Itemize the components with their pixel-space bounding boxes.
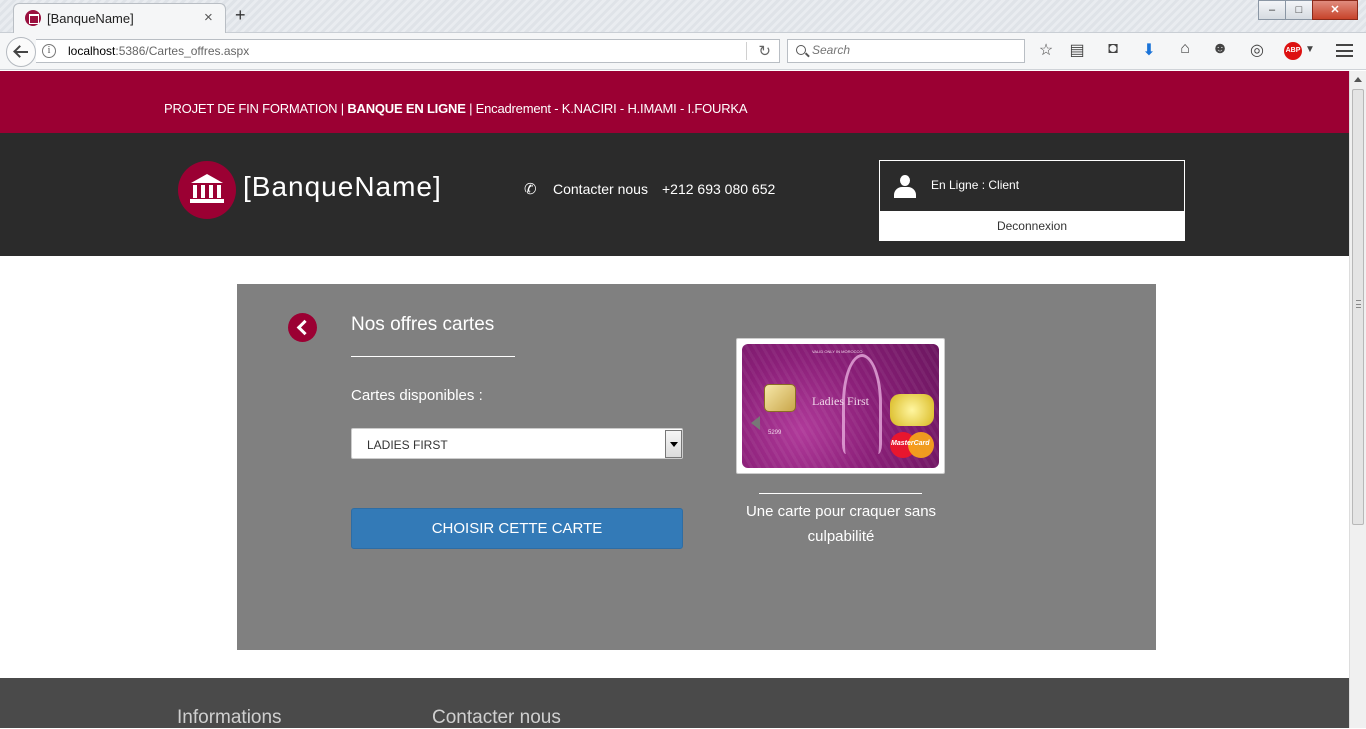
footer-informations-heading: Informations [177,707,282,728]
download-icon[interactable]: ⬇ [1139,40,1159,60]
phone-icon: ✆ [524,181,537,198]
offers-panel: Nos offres cartes Cartes disponibles : L… [237,284,1156,650]
maximize-button[interactable]: □ [1285,0,1313,20]
card-image-frame: VALID ONLY IN MOROCCO Ladies First 5299 … [736,338,945,474]
project-banner-text: PROJET DE FIN FORMATION | BANQUE EN LIGN… [164,101,748,116]
project-banner: PROJET DE FIN FORMATION | BANQUE EN LIGN… [0,71,1349,133]
scroll-up-icon[interactable] [1354,77,1362,82]
card-tiny-text: VALID ONLY IN MOROCCO [812,349,863,354]
star-icon[interactable]: ☆ [1036,40,1056,60]
mastercard-logo-icon: MasterCard [890,432,934,458]
url-separator [746,42,747,60]
browser-tab[interactable]: [BanqueName] × [13,3,226,33]
site-header: [BanqueName] ✆ Contacter nous +212 693 0… [0,133,1349,256]
browser-titlebar: [BanqueName] × + – □ ✕ [0,0,1366,33]
page-title: Nos offres cartes [351,314,495,335]
reading-list-icon[interactable]: ▤ [1067,40,1087,60]
logout-button[interactable]: Deconnexion [880,211,1184,241]
logo-base [190,199,224,203]
site-footer: Informations Contacter nous [0,678,1349,728]
chevron-down-icon[interactable] [665,430,682,458]
minimize-button[interactable]: – [1258,0,1286,20]
bank-favicon-icon [25,10,41,26]
user-box: En Ligne : Client Deconnexion [879,160,1185,241]
close-window-button[interactable]: ✕ [1312,0,1358,20]
banner-bold: BANQUE EN LIGNE [347,101,466,116]
search-input[interactable] [812,43,1012,57]
chevron-down-icon[interactable]: ▼ [1300,44,1320,55]
choose-card-button[interactable]: CHOISIR CETTE CARTE [351,508,683,549]
search-icon [796,45,806,55]
title-divider [351,356,515,357]
logo-roof [191,174,223,183]
info-icon[interactable]: i [42,44,56,58]
url-text[interactable]: localhost:5386/Cartes_offres.aspx [68,44,249,58]
back-chevron-icon[interactable] [288,313,317,342]
hamburger-menu-icon[interactable] [1336,44,1353,57]
chip-icon [764,384,796,412]
card-caption: Une carte pour craquer sans culpabilité [745,503,937,545]
user-icon-body [894,187,916,198]
back-arrow-icon[interactable] [6,37,36,67]
cards-label: Cartes disponibles : [351,387,483,404]
card-brand-text: Ladies First [812,394,869,408]
user-status: En Ligne : Client [931,178,1020,192]
url-host: localhost [68,44,116,58]
url-bar[interactable]: i localhost:5386/Cartes_offres.aspx ↻ [36,39,780,63]
browser-navbar: i localhost:5386/Cartes_offres.aspx ↻ [0,33,1366,70]
footer-contact-heading: Contacter nous [432,707,561,728]
globe-icon[interactable]: ◎ [1247,40,1267,60]
brand-name[interactable]: [BanqueName] [243,171,442,203]
contact-number: +212 693 080 652 [662,181,776,197]
url-path: :5386/Cartes_offres.aspx [115,44,250,58]
bank-logo-icon[interactable] [178,161,236,219]
window-controls: – □ ✕ [1258,0,1358,20]
caption-divider [759,493,922,494]
home-icon[interactable]: ⌂ [1175,40,1195,58]
banner-part2: | Encadrement - K.NACIRI - H.IMAMI - I.F… [465,101,748,116]
tab-title: [BanqueName] [47,11,134,26]
pocket-icon[interactable]: ◘ [1103,40,1123,58]
user-icon [893,175,917,199]
banner-part1: PROJET DE FIN FORMATION | [164,101,348,116]
card-select-value: LADIES FIRST [367,438,448,452]
user-icon-head [900,175,910,186]
card-number: 5299 [768,430,782,436]
browser-search-bar[interactable] [787,39,1025,63]
logo-columns [193,185,221,198]
page-scrollbar[interactable] [1349,71,1366,728]
scroll-grip-icon [1356,300,1361,308]
tab-close-icon[interactable]: × [204,9,213,26]
contact-label: Contacter nous [553,181,648,197]
new-tab-button[interactable]: + [235,5,246,26]
mc-text: MasterCard [891,440,930,447]
card-select[interactable]: LADIES FIRST [351,428,683,459]
scroll-thumb[interactable] [1352,89,1364,525]
reload-icon[interactable]: ↻ [758,42,771,60]
card-image: VALID ONLY IN MOROCCO Ladies First 5299 … [742,344,939,468]
hologram-icon [890,394,934,426]
chat-icon[interactable]: ☻ [1210,40,1230,58]
card-arrow-icon [751,416,760,430]
